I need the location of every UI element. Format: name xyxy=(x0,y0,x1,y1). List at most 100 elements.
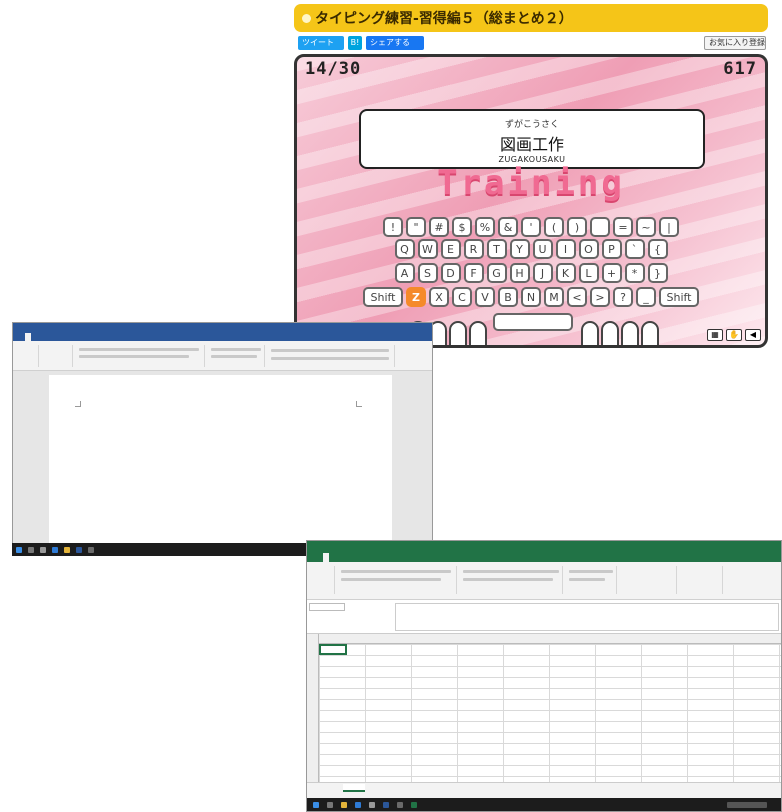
word-ribbon-tabs: ​ ​ ​ ​ ​ ​ ​ ​ xyxy=(13,333,432,341)
right-pinky-finger xyxy=(641,321,659,345)
key-G: G xyxy=(486,263,507,283)
start-icon[interactable] xyxy=(16,547,22,553)
key-T: T xyxy=(486,239,507,259)
paragraph-group[interactable] xyxy=(207,345,265,367)
key-V: V xyxy=(475,287,495,307)
excel-font-group[interactable] xyxy=(337,566,457,594)
task-view-icon[interactable] xyxy=(40,547,46,553)
sheet-tab-bar xyxy=(307,782,781,792)
row-headers[interactable] xyxy=(307,634,319,782)
excel-ribbon xyxy=(307,562,781,600)
word-document-page[interactable] xyxy=(49,375,392,545)
word-window: ​ ​ ​ ​ ​ ​ ​ ​ xyxy=(12,322,433,556)
title-bullet-icon xyxy=(302,13,311,23)
edge-icon[interactable] xyxy=(355,802,361,808)
key-D: D xyxy=(440,263,461,283)
key-H: H xyxy=(509,263,530,283)
key-I: I xyxy=(555,239,576,259)
game-title-bar: タイピング練習-習得編５（総まとめ２） xyxy=(294,4,768,32)
tweet-button[interactable]: ツイート xyxy=(298,36,344,50)
key-symbol: % xyxy=(475,217,495,237)
progress-counter: 14/30 xyxy=(305,59,362,79)
key-symbol: ( xyxy=(544,217,564,237)
key-S: S xyxy=(417,263,438,283)
key-Z: Z xyxy=(406,287,426,307)
training-mode-label: Training xyxy=(437,163,625,203)
excel-styles-group[interactable] xyxy=(619,566,677,594)
key-W: W xyxy=(417,239,438,259)
keyboard-toggle-icon[interactable]: ▦ xyxy=(707,329,723,341)
edge-icon[interactable] xyxy=(52,547,58,553)
key-L: L xyxy=(578,263,599,283)
key-symbol: > xyxy=(590,287,610,307)
key-symbol: < xyxy=(567,287,587,307)
key-symbol: | xyxy=(659,217,679,237)
margin-mark xyxy=(75,401,81,407)
excel-tab-active[interactable]: ​ xyxy=(323,553,329,562)
excel-cells-group[interactable] xyxy=(679,566,723,594)
key-Shift: Shift xyxy=(659,287,699,307)
key-M: M xyxy=(544,287,564,307)
sound-icon[interactable]: ◀ xyxy=(745,329,761,341)
active-cell[interactable] xyxy=(319,644,347,655)
key-symbol: ' xyxy=(521,217,541,237)
word-taskbar-icon[interactable] xyxy=(383,802,389,808)
column-headers[interactable] xyxy=(307,634,781,644)
excel-clipboard-group[interactable] xyxy=(309,566,335,594)
facebook-share-button[interactable]: シェアする xyxy=(366,36,424,50)
explorer-icon[interactable] xyxy=(341,802,347,808)
search-icon[interactable] xyxy=(327,802,333,808)
key-C: C xyxy=(452,287,472,307)
right-ring-finger xyxy=(621,321,639,345)
excel-editing-group[interactable] xyxy=(725,566,781,594)
keyboard-row-3: A S D F G H J K L + *} xyxy=(297,263,765,283)
clipboard-group[interactable] xyxy=(15,345,39,367)
score-counter: 617 xyxy=(723,59,757,79)
explorer-icon[interactable] xyxy=(64,547,70,553)
start-icon[interactable] xyxy=(313,802,319,808)
key-A: A xyxy=(394,263,415,283)
keyboard-row-2: Q W E R T Y U I O P `{ xyxy=(297,239,765,259)
game-screen[interactable]: 14/30 617 ずがこうさく 図画工作 ZUGAKOUSAKU Traini… xyxy=(294,54,768,348)
key-symbol: ! xyxy=(383,217,403,237)
paste-options-group[interactable] xyxy=(41,345,73,367)
excel-window: ​ ​ ​ ​ ​ ​ ​ ​ xyxy=(306,540,782,812)
key-E: E xyxy=(440,239,461,259)
key-N: N xyxy=(521,287,541,307)
hands-toggle-icon[interactable]: ✋ xyxy=(726,329,742,341)
editing-group[interactable] xyxy=(397,345,431,367)
app-taskbar-icon[interactable] xyxy=(397,802,403,808)
app-taskbar-icon[interactable] xyxy=(369,802,375,808)
key-symbol: ? xyxy=(613,287,633,307)
formula-bar[interactable] xyxy=(395,603,779,631)
excel-taskbar-icon[interactable] xyxy=(411,802,417,808)
key-J: J xyxy=(532,263,553,283)
search-icon[interactable] xyxy=(28,547,34,553)
sheet-tab[interactable] xyxy=(343,784,365,792)
key-symbol: ` xyxy=(624,239,645,259)
font-group[interactable] xyxy=(75,345,205,367)
key-symbol: + xyxy=(601,263,622,283)
excel-alignment-group[interactable] xyxy=(459,566,563,594)
word-taskbar-icon[interactable] xyxy=(76,547,82,553)
excel-number-group[interactable] xyxy=(565,566,617,594)
key-symbol: } xyxy=(647,263,668,283)
app-taskbar-icon[interactable] xyxy=(88,547,94,553)
word-title-bar xyxy=(13,323,432,333)
key-Q: Q xyxy=(394,239,415,259)
styles-gallery[interactable] xyxy=(267,345,395,367)
right-middle-finger xyxy=(601,321,619,345)
left-middle-finger xyxy=(449,321,467,345)
space-key xyxy=(493,313,573,331)
share-bar: ツイート B! シェアする お気に入り登録 xyxy=(294,36,768,52)
word-document-area xyxy=(13,371,432,545)
spreadsheet-grid[interactable] xyxy=(307,634,781,782)
excel-formula-area xyxy=(307,600,781,634)
name-box[interactable] xyxy=(309,603,345,611)
add-favorite-button[interactable]: お気に入り登録 xyxy=(704,36,766,50)
margin-mark xyxy=(356,401,362,407)
hatena-bookmark-button[interactable]: B! xyxy=(348,36,362,50)
system-tray[interactable] xyxy=(727,802,767,808)
key-symbol: & xyxy=(498,217,518,237)
word-tab-active[interactable]: ​ xyxy=(25,333,31,341)
